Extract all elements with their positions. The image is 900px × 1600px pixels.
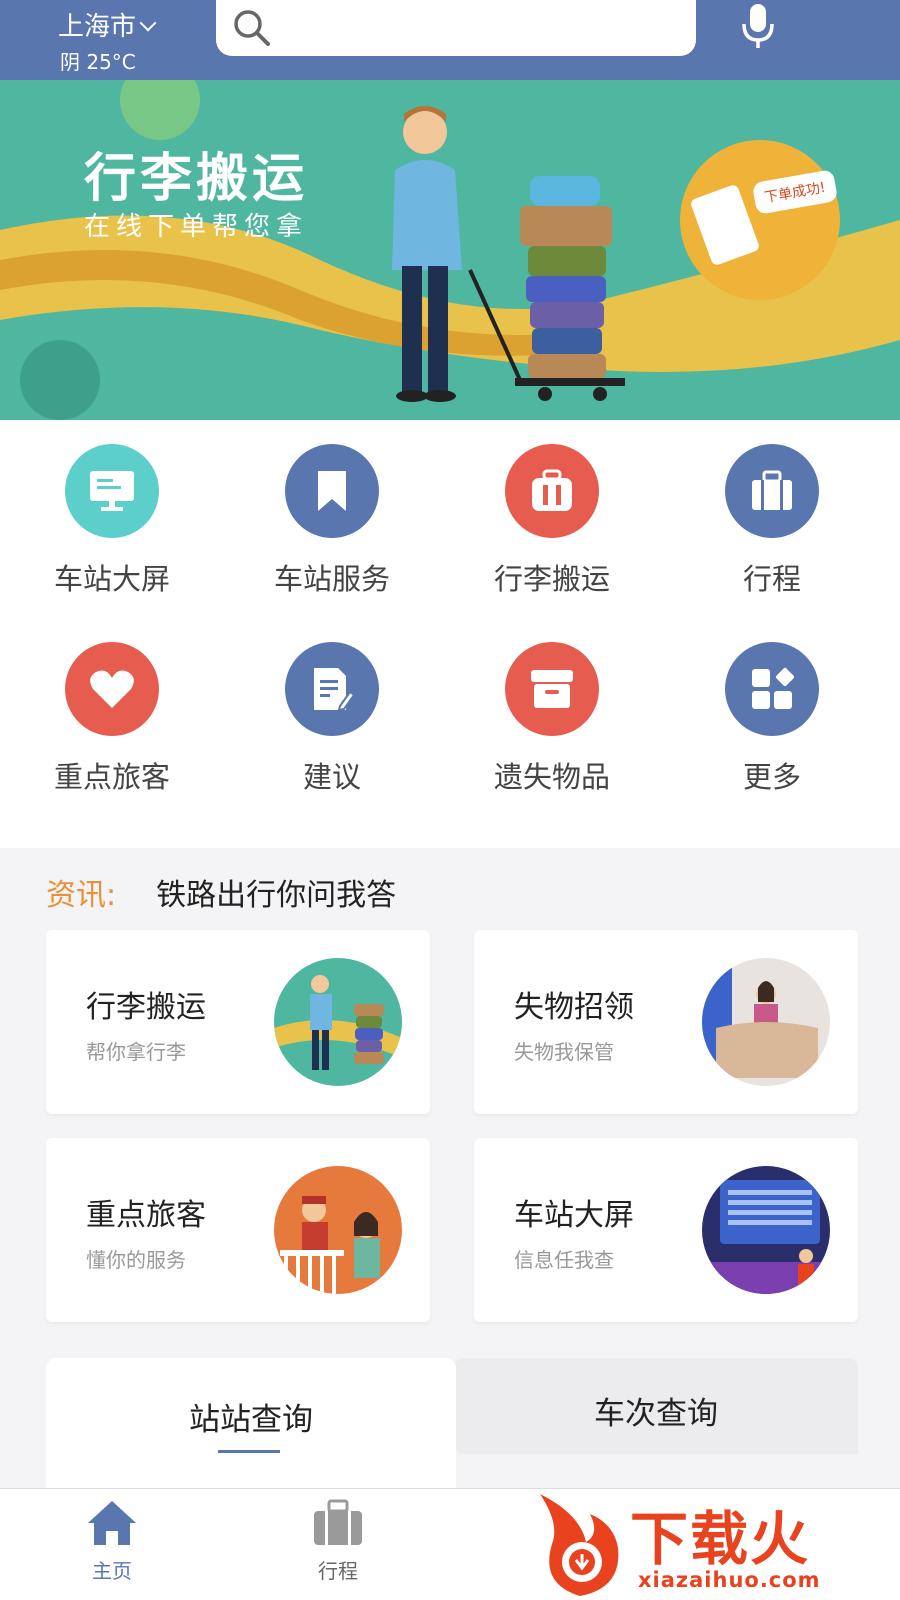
- tab-station-query[interactable]: 站站查询: [46, 1358, 456, 1488]
- grid-item-station-service[interactable]: 车站服务: [232, 444, 432, 598]
- grid-item-trip[interactable]: 行程: [672, 444, 872, 598]
- nav-home[interactable]: 主页: [52, 1499, 172, 1584]
- heart-icon: [65, 642, 159, 736]
- news-text[interactable]: 铁路出行你问我答: [156, 878, 396, 913]
- city-selector[interactable]: 上海市: [58, 6, 157, 43]
- edit-doc-icon: [285, 642, 379, 736]
- search-icon: [234, 10, 270, 46]
- active-tab-indicator: [218, 1450, 280, 1453]
- grid-label: 重点旅客: [53, 760, 170, 794]
- box-icon: [505, 642, 599, 736]
- station-screen-illustration: [702, 1166, 830, 1294]
- grid-label: 行程: [742, 562, 801, 596]
- tab-train-query[interactable]: 车次查询: [454, 1358, 858, 1454]
- grid-item-more[interactable]: 更多: [672, 642, 872, 796]
- grid-label: 建议: [302, 760, 361, 794]
- news-tag: 资讯:: [46, 878, 117, 913]
- tab-label: 车次查询: [594, 1396, 718, 1432]
- tab-label: 站站查询: [189, 1402, 313, 1438]
- grid-label: 车站服务: [273, 562, 390, 596]
- grid-label: 更多: [742, 760, 801, 794]
- grid-label: 行李搬运: [493, 562, 610, 596]
- nav-home-label: 主页: [92, 1559, 132, 1583]
- lost-found-illustration: [702, 958, 830, 1086]
- grid-item-suggestion[interactable]: 建议: [232, 642, 432, 796]
- card-subtitle: 信息任我查: [514, 1248, 614, 1272]
- query-tabs: 车次查询 站站查询: [46, 1358, 858, 1488]
- apps-icon: [725, 642, 819, 736]
- card-subtitle: 失物我保管: [514, 1040, 614, 1064]
- service-grid: 车站大屏 车站服务 行李搬运 行程 重点旅客 建议 遗失物品 更多: [0, 420, 900, 848]
- banner-title: 行李搬运: [84, 149, 309, 209]
- search-box[interactable]: [216, 0, 696, 56]
- flame-logo-icon: [540, 1494, 619, 1596]
- luggage-illustration: [274, 958, 402, 1086]
- card-subtitle: 懂你的服务: [86, 1248, 186, 1272]
- chevron-down-icon: [139, 14, 157, 32]
- grid-item-key-passenger[interactable]: 重点旅客: [12, 642, 212, 796]
- home-icon: [88, 1501, 136, 1545]
- card-title: 重点旅客: [86, 1198, 206, 1233]
- nav-trip-label: 行程: [318, 1559, 358, 1583]
- bookmark-icon: [285, 444, 379, 538]
- nav-trip[interactable]: 行程: [278, 1499, 398, 1584]
- search-input[interactable]: [280, 10, 680, 46]
- site-watermark: 下载火 xiazaihuo.com: [530, 1484, 900, 1600]
- grid-label: 车站大屏: [53, 562, 170, 596]
- grid-item-lost-items[interactable]: 遗失物品: [452, 642, 652, 796]
- promo-banner[interactable]: 行李搬运 在线下单帮您拿 下单成功!: [0, 80, 900, 420]
- news-ticker[interactable]: 资讯: 铁路出行你问我答: [46, 870, 396, 914]
- grid-item-station-screen[interactable]: 车站大屏: [12, 444, 212, 598]
- key-passenger-illustration: [274, 1166, 402, 1294]
- banner-subtitle: 在线下单帮您拿: [84, 212, 309, 242]
- card-station-screen[interactable]: 车站大屏 信息任我查: [474, 1138, 858, 1322]
- microphone-icon[interactable]: [738, 4, 778, 50]
- monitor-icon: [65, 444, 159, 538]
- card-title: 车站大屏: [514, 1198, 634, 1233]
- grid-label: 遗失物品: [493, 760, 610, 794]
- card-title: 失物招领: [514, 990, 634, 1025]
- luggage-icon: [505, 444, 599, 538]
- briefcase-icon: [725, 444, 819, 538]
- card-title: 行李搬运: [86, 990, 206, 1025]
- top-bar: 上海市 阴 25°C: [0, 0, 900, 80]
- card-lost-and-found[interactable]: 失物招领 失物我保管: [474, 930, 858, 1114]
- banner-illustration: [0, 80, 900, 420]
- city-label: 上海市: [58, 12, 137, 42]
- briefcase-icon: [314, 1499, 362, 1545]
- watermark-text: 下载火: [630, 1505, 811, 1573]
- card-key-passenger[interactable]: 重点旅客 懂你的服务: [46, 1138, 430, 1322]
- grid-item-luggage[interactable]: 行李搬运: [452, 444, 652, 598]
- card-subtitle: 帮你拿行李: [86, 1040, 186, 1064]
- watermark-url: xiazaihuo.com: [638, 1568, 821, 1592]
- weather-info: 阴 25°C: [60, 50, 136, 74]
- card-luggage[interactable]: 行李搬运 帮你拿行李: [46, 930, 430, 1114]
